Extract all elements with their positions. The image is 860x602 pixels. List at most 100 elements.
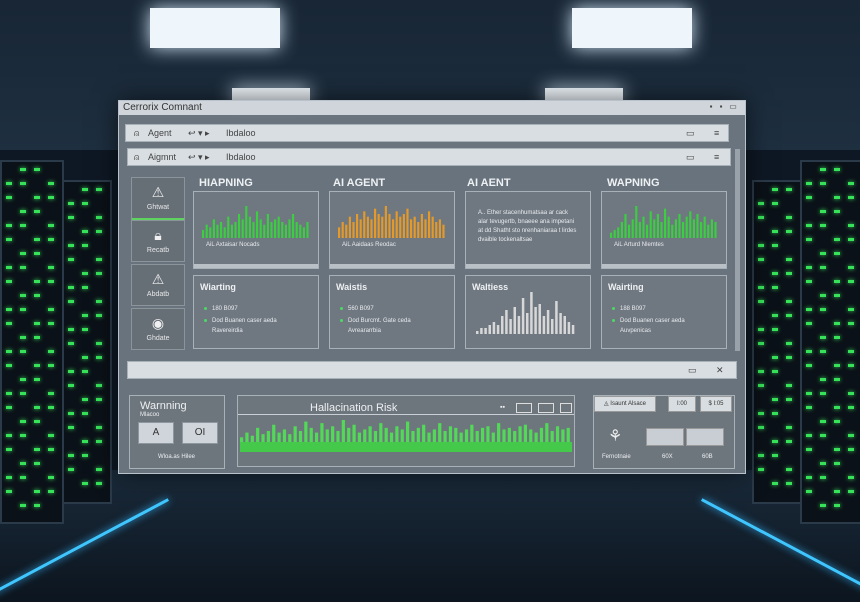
- window-icon[interactable]: ▭: [686, 128, 695, 139]
- breadcrumb[interactable]: Ibdaloo: [226, 152, 256, 162]
- status-value-text: 180 B097: [212, 306, 238, 312]
- status-value: 180 B097: [204, 306, 238, 312]
- status-card[interactable]: Wiarting 180 B097 Dod Buanen caser aeda …: [193, 275, 319, 349]
- rack-led: [806, 224, 812, 227]
- chart-bar: [464, 429, 469, 442]
- sidebar-item-recatb[interactable]: 🔒︎ Recatb: [131, 220, 185, 262]
- chart-bar: [292, 214, 295, 238]
- gauge-value-1: 60X: [662, 454, 673, 460]
- rack-led: [48, 238, 54, 241]
- sidebar-item-ghdate[interactable]: ◉ Ghdate: [131, 308, 185, 350]
- rack-led: [786, 384, 792, 387]
- window-icon[interactable]: ▭: [688, 365, 697, 376]
- chart-bar: [402, 214, 405, 238]
- agent-button[interactable]: A: [138, 422, 174, 444]
- chart-bar: [352, 222, 355, 238]
- status-detail-text: Dod Burcmt. Gate ceda: [348, 318, 411, 324]
- chart-bar: [357, 432, 362, 442]
- rack-led: [48, 490, 54, 493]
- rack-led: [848, 350, 854, 353]
- view-icon[interactable]: ▪▪: [500, 404, 505, 411]
- rack-led: [34, 462, 40, 465]
- max-icon[interactable]: ▪: [717, 103, 725, 111]
- chart-bar: [559, 313, 562, 334]
- rack-led: [786, 482, 792, 485]
- card-title: AI AENT: [467, 177, 511, 189]
- server-rack: [0, 160, 64, 524]
- server-rack: [800, 160, 860, 524]
- chart-bar: [610, 232, 613, 238]
- nav-arrows[interactable]: ↩ ▾ ▸: [188, 128, 210, 139]
- chart-bar: [507, 427, 511, 442]
- breadcrumb[interactable]: Ibdaloo: [226, 128, 256, 138]
- sidebar-item-label: Ghdate: [146, 335, 170, 342]
- rack-led: [806, 350, 812, 353]
- status-card[interactable]: Waltiess: [465, 275, 591, 349]
- close-icon[interactable]: ✕: [716, 365, 724, 376]
- user-icon[interactable]: ⍝: [134, 128, 139, 139]
- time-tab[interactable]: I:00: [668, 396, 696, 412]
- rack-led: [20, 252, 26, 255]
- option-box[interactable]: [560, 403, 572, 413]
- status-card[interactable]: Waistis 560 B097 Dod Burcmt. Gate ceda A…: [329, 275, 455, 349]
- chart-bar: [411, 431, 415, 442]
- rack-led: [20, 350, 26, 353]
- resource-label: Fernotnaie: [602, 454, 631, 460]
- text-card-ai-aent[interactable]: A.. Ether stacenhumatsaa ar cack alar te…: [465, 191, 591, 269]
- user-icon[interactable]: ⍝: [134, 152, 139, 163]
- chart-bar: [413, 216, 416, 238]
- rack-led: [68, 454, 74, 457]
- cost-tab[interactable]: $ I:05: [700, 396, 732, 412]
- chart-bar: [366, 216, 369, 238]
- chart-card-wapning[interactable]: AiL Arturd Nlemtes: [601, 191, 727, 269]
- rack-led: [96, 468, 102, 471]
- rack-led: [820, 336, 826, 339]
- card-progress: [194, 264, 318, 268]
- chart-bar: [459, 432, 463, 442]
- chart-bar: [284, 224, 287, 238]
- rack-led: [48, 224, 54, 227]
- sidebar-item-ghtwat[interactable]: ⚠ Ghtwat: [131, 177, 185, 221]
- toolbar-agent-label[interactable]: Aigmnt: [148, 152, 176, 162]
- rack-led: [6, 224, 12, 227]
- sidebar-item-abdatb[interactable]: ⚠ Abdatb: [131, 264, 185, 306]
- rack-led: [820, 182, 826, 185]
- rack-led: [68, 286, 74, 289]
- window-icon[interactable]: ▭: [686, 152, 695, 163]
- chart-bar: [428, 211, 431, 238]
- chart-bar: [406, 421, 410, 442]
- spark-chart: [476, 292, 575, 334]
- status-card[interactable]: Wairting 188 B097 Dod Buanen caser aeda …: [601, 275, 727, 349]
- chart-bar: [389, 432, 394, 442]
- rack-led: [848, 308, 854, 311]
- rack-led: [758, 202, 764, 205]
- scrollbar[interactable]: [735, 149, 740, 351]
- chart-card-ai-agent[interactable]: AiL Aaidaas Reodac: [329, 191, 455, 269]
- rack-led: [34, 322, 40, 325]
- instant-alarm-tab[interactable]: ◬ Isaunt Alsace: [594, 396, 656, 412]
- chart-bar: [277, 432, 281, 442]
- toolbar-agent-label[interactable]: Agent: [148, 128, 172, 138]
- chart-bar: [298, 431, 303, 442]
- rack-led: [68, 342, 74, 345]
- option-box[interactable]: [516, 403, 532, 413]
- chart-bar: [220, 222, 223, 238]
- card-title: WAPNING: [607, 177, 660, 189]
- rack-led: [820, 308, 826, 311]
- status-dot: [612, 318, 615, 322]
- min-icon[interactable]: ▪: [707, 103, 715, 111]
- nav-arrows[interactable]: ↩ ▾ ▸: [188, 152, 210, 163]
- status-sub: Ravereirdia: [212, 328, 243, 334]
- chart-bar: [288, 434, 292, 442]
- menu-icon[interactable]: ≡: [714, 152, 719, 162]
- toggle-button[interactable]: OI: [182, 422, 218, 444]
- menu-icon[interactable]: ≡: [714, 128, 719, 138]
- status-detail: Dod Buanen caser aeda: [204, 318, 277, 324]
- option-box[interactable]: [538, 403, 554, 413]
- chart-card-hiapning[interactable]: AiL Axtaisar Nocads: [193, 191, 319, 269]
- chart-bar: [234, 222, 237, 238]
- chart-bar: [363, 211, 366, 238]
- chart-bar: [567, 322, 571, 334]
- restore-icon[interactable]: ▭: [729, 103, 737, 111]
- chart-bar: [356, 214, 359, 238]
